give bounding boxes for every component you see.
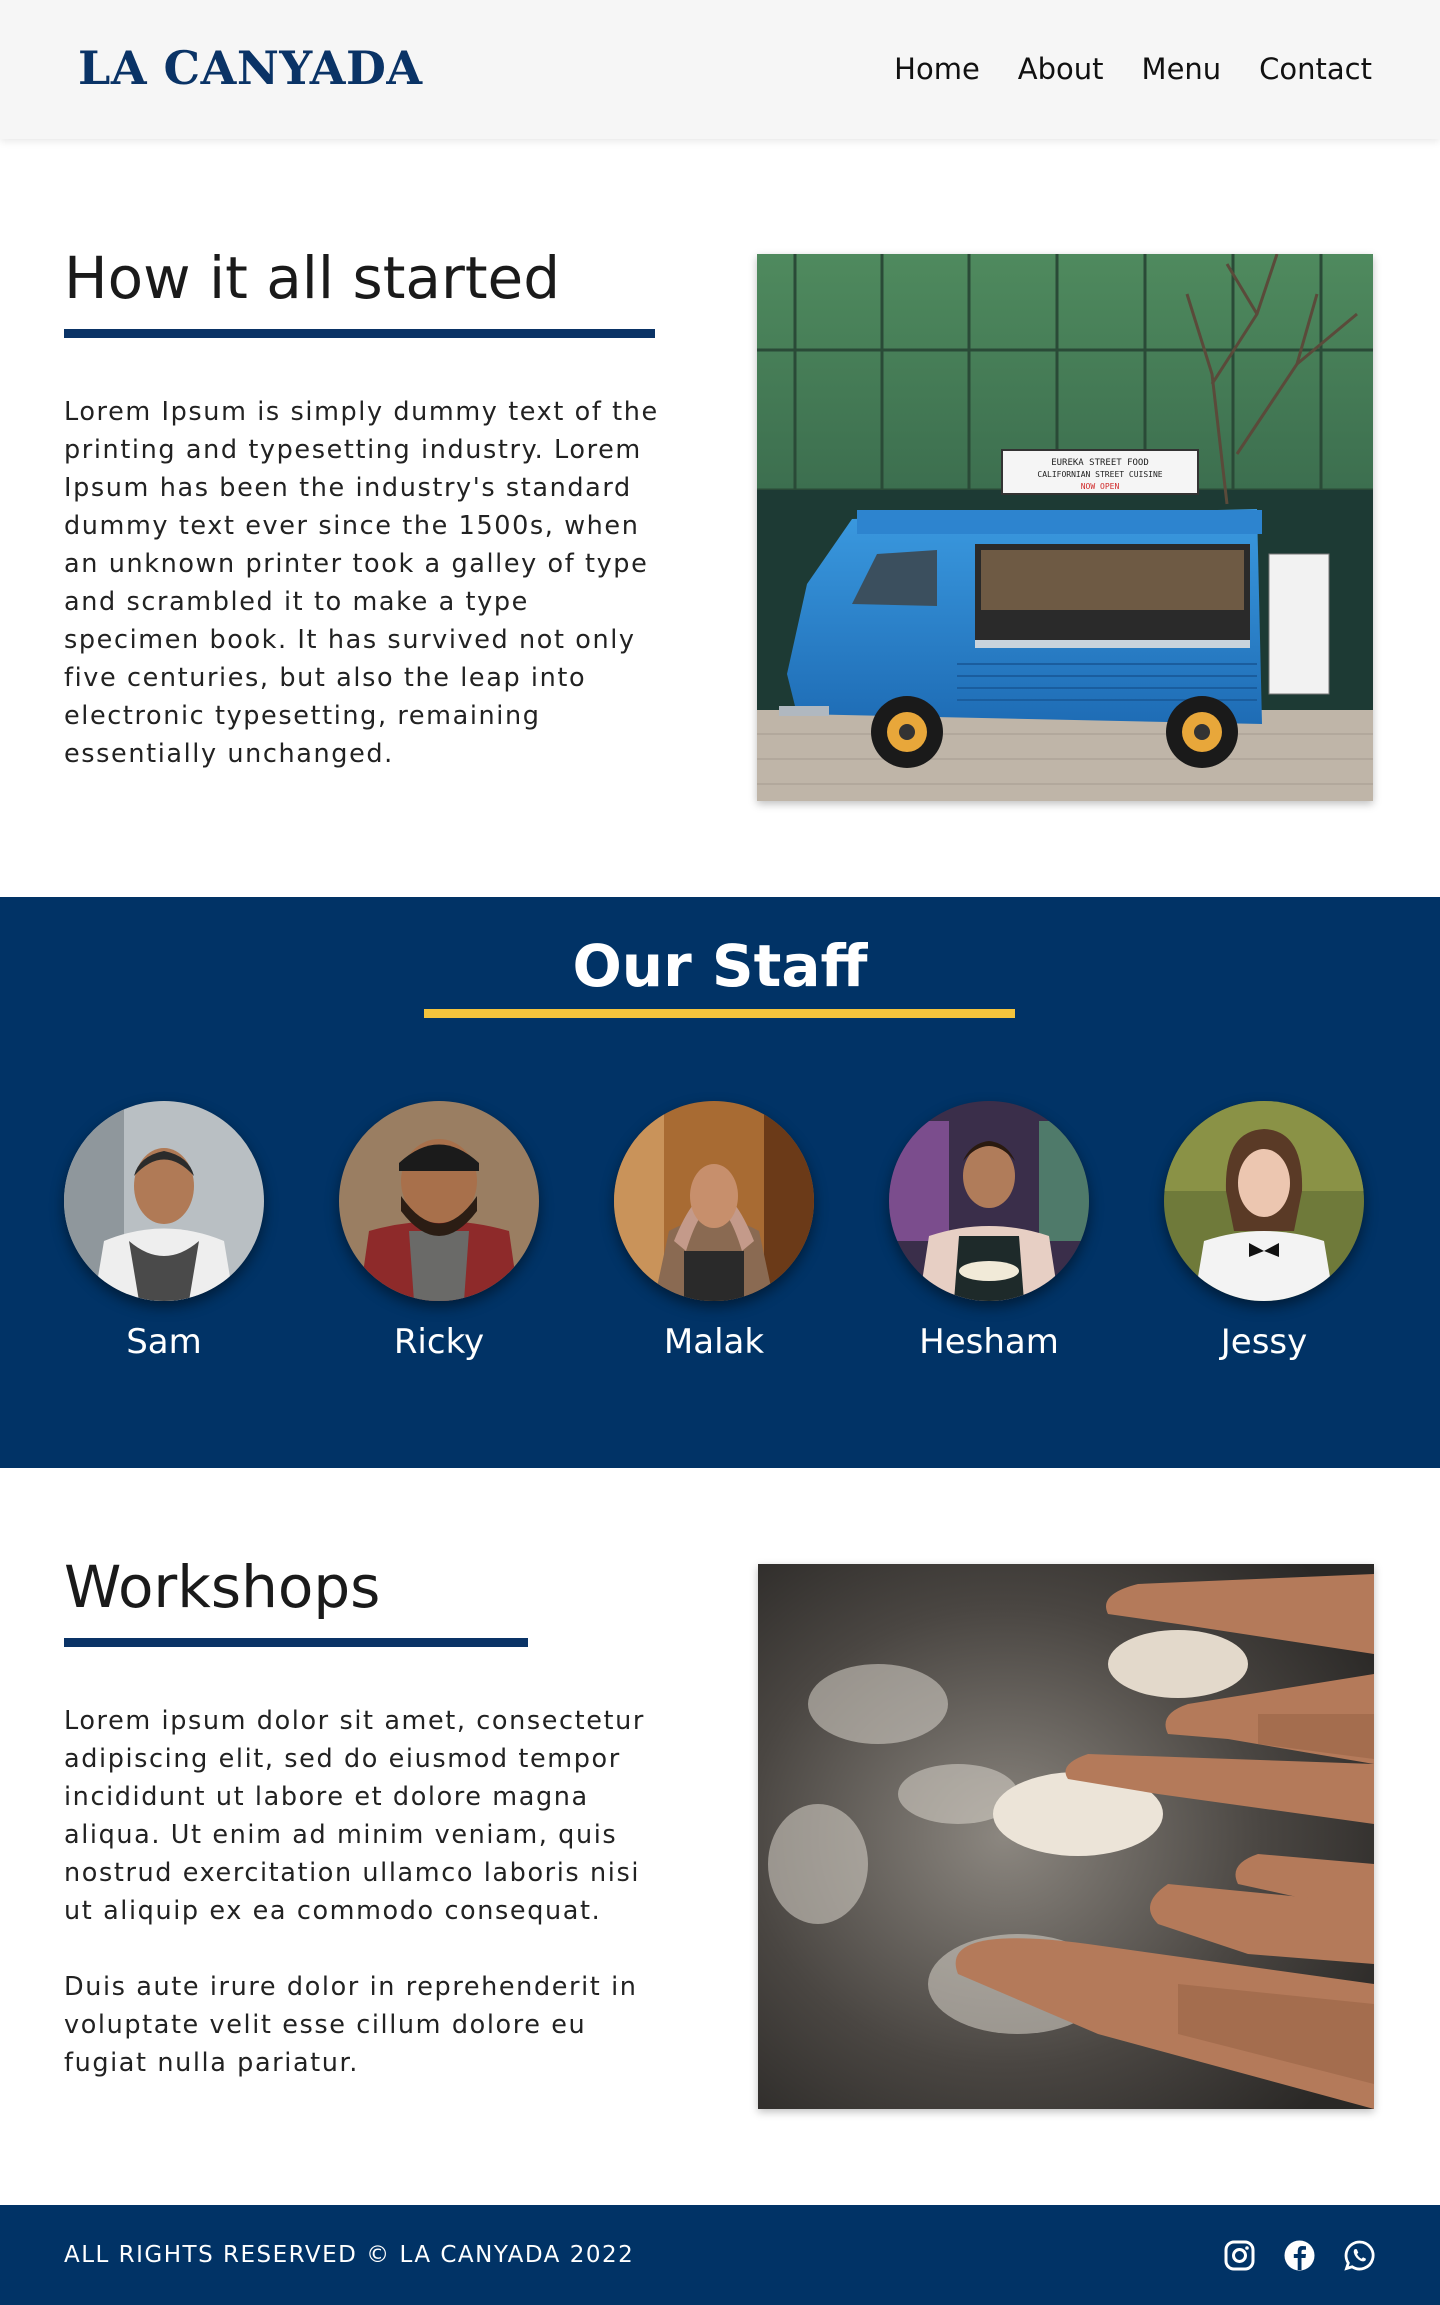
staff-name: Malak bbox=[663, 1322, 765, 1362]
staff-member-malak: Malak bbox=[614, 1101, 814, 1365]
whatsapp-icon[interactable] bbox=[1343, 2239, 1376, 2272]
staff-heading: Our Staff bbox=[572, 932, 868, 1000]
staff-name: Ricky bbox=[393, 1322, 485, 1362]
instagram-icon[interactable] bbox=[1223, 2239, 1256, 2272]
nav-menu-link[interactable]: Menu bbox=[1142, 46, 1222, 92]
workshops-paragraph-2: Duis aute irure dolor in reprehenderit i… bbox=[64, 1972, 638, 2078]
social-links bbox=[1223, 2239, 1376, 2272]
workshops-heading-underline bbox=[64, 1638, 528, 1647]
workshops-heading: Workshops bbox=[64, 1553, 381, 1621]
site-header: LA CANYADA Home About Menu Contact bbox=[0, 0, 1440, 139]
avatar bbox=[64, 1101, 264, 1301]
nav-home-link[interactable]: Home bbox=[894, 46, 980, 92]
truck-sign-line-2: CALIFORNIAN STREET CUISINE bbox=[1037, 470, 1162, 479]
avatar bbox=[889, 1101, 1089, 1301]
story-paragraph: Lorem Ipsum is simply dummy text of the … bbox=[64, 397, 659, 769]
workshops-paragraph-1: Lorem ipsum dolor sit amet, consectetur … bbox=[64, 1706, 645, 1926]
truck-sign-line-1: EUREKA STREET FOOD bbox=[1051, 458, 1149, 468]
staff-heading-underline bbox=[424, 1009, 1015, 1018]
workshops-text: Lorem ipsum dolor sit amet, consectetur … bbox=[64, 1702, 674, 2082]
site-footer: ALL RIGHTS RESERVED © LA CANYADA 2022 bbox=[0, 2205, 1440, 2305]
staff-member-sam: Sam bbox=[64, 1101, 264, 1365]
staff-member-jessy: Jessy bbox=[1164, 1101, 1364, 1365]
dough-workshop-image bbox=[758, 1564, 1374, 2109]
nav-contact-link[interactable]: Contact bbox=[1259, 46, 1372, 92]
staff-section: Our Staff Sam Ricky Malak Hesham Jessy bbox=[0, 897, 1440, 1468]
copyright-text: ALL RIGHTS RESERVED © LA CANYADA 2022 bbox=[64, 2242, 635, 2268]
food-truck-image: EUREKA STREET FOOD CALIFORNIAN STREET CU… bbox=[757, 254, 1373, 801]
staff-name: Hesham bbox=[919, 1322, 1059, 1362]
staff-name: Sam bbox=[126, 1322, 202, 1362]
avatar bbox=[614, 1101, 814, 1301]
staff-name: Jessy bbox=[1220, 1322, 1308, 1362]
avatar bbox=[1164, 1101, 1364, 1301]
story-heading: How it all started bbox=[64, 244, 561, 312]
staff-member-hesham: Hesham bbox=[889, 1101, 1089, 1365]
nav-about-link[interactable]: About bbox=[1018, 46, 1104, 92]
staff-member-ricky: Ricky bbox=[339, 1101, 539, 1365]
truck-sign-line-3: NOW OPEN bbox=[1081, 482, 1120, 491]
avatar bbox=[339, 1101, 539, 1301]
story-heading-underline bbox=[64, 329, 655, 338]
main-nav: Home About Menu Contact bbox=[894, 46, 1372, 92]
site-logo[interactable]: LA CANYADA bbox=[78, 38, 423, 98]
facebook-icon[interactable] bbox=[1283, 2239, 1316, 2272]
